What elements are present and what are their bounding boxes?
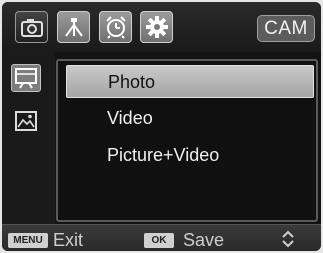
menu-item-photo[interactable]: Photo — [66, 65, 314, 98]
gear-icon — [145, 16, 168, 38]
exit-label: Exit — [53, 230, 84, 250]
menu-item-picture-video[interactable]: Picture+Video — [66, 139, 314, 172]
menu-item-label: Picture+Video — [107, 145, 220, 165]
menu-key-badge[interactable]: MENU — [8, 233, 48, 248]
camera-icon — [20, 19, 43, 37]
menu-item-label: Photo — [108, 72, 156, 92]
tab-tripod[interactable] — [57, 11, 90, 43]
up-down-arrows-icon — [282, 230, 294, 248]
save-label: Save — [183, 230, 225, 250]
image-gallery-icon — [15, 111, 37, 131]
bottom-hint-bar: MENU Exit OK Save — [2, 224, 321, 251]
alarm-clock-icon — [105, 16, 126, 39]
ok-key-badge[interactable]: OK — [144, 233, 174, 248]
capture-mode-menu: Photo Video Picture+Video — [56, 59, 318, 222]
tab-timer[interactable] — [99, 11, 132, 43]
tripod-icon — [64, 18, 83, 37]
sidebar — [2, 52, 55, 224]
camera-settings-screen: CAM Photo Video Picture+Video MENU Exit … — [2, 2, 321, 251]
menu-item-label: Video — [107, 108, 153, 128]
menu-item-video[interactable]: Video — [66, 102, 314, 135]
sidebar-item-gallery[interactable] — [11, 107, 41, 135]
tab-settings[interactable] — [140, 11, 173, 43]
tab-camera[interactable] — [15, 11, 48, 43]
top-tab-bar: CAM — [2, 2, 321, 52]
photo-frame-icon — [15, 68, 37, 89]
mode-badge: CAM — [257, 15, 315, 42]
sidebar-item-photo-settings[interactable] — [11, 64, 41, 92]
